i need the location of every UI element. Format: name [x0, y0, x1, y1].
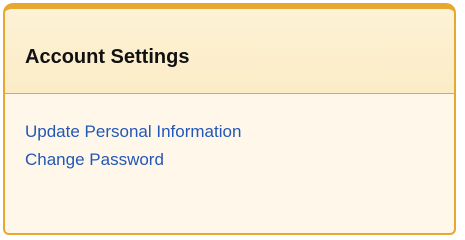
- panel-header: Account Settings: [5, 9, 454, 94]
- change-password-link[interactable]: Change Password: [25, 149, 454, 170]
- panel-body: Update Personal Information Change Passw…: [5, 94, 454, 170]
- account-settings-panel: Account Settings Update Personal Informa…: [3, 3, 456, 235]
- panel-title: Account Settings: [25, 46, 190, 68]
- update-personal-information-link[interactable]: Update Personal Information: [25, 121, 454, 142]
